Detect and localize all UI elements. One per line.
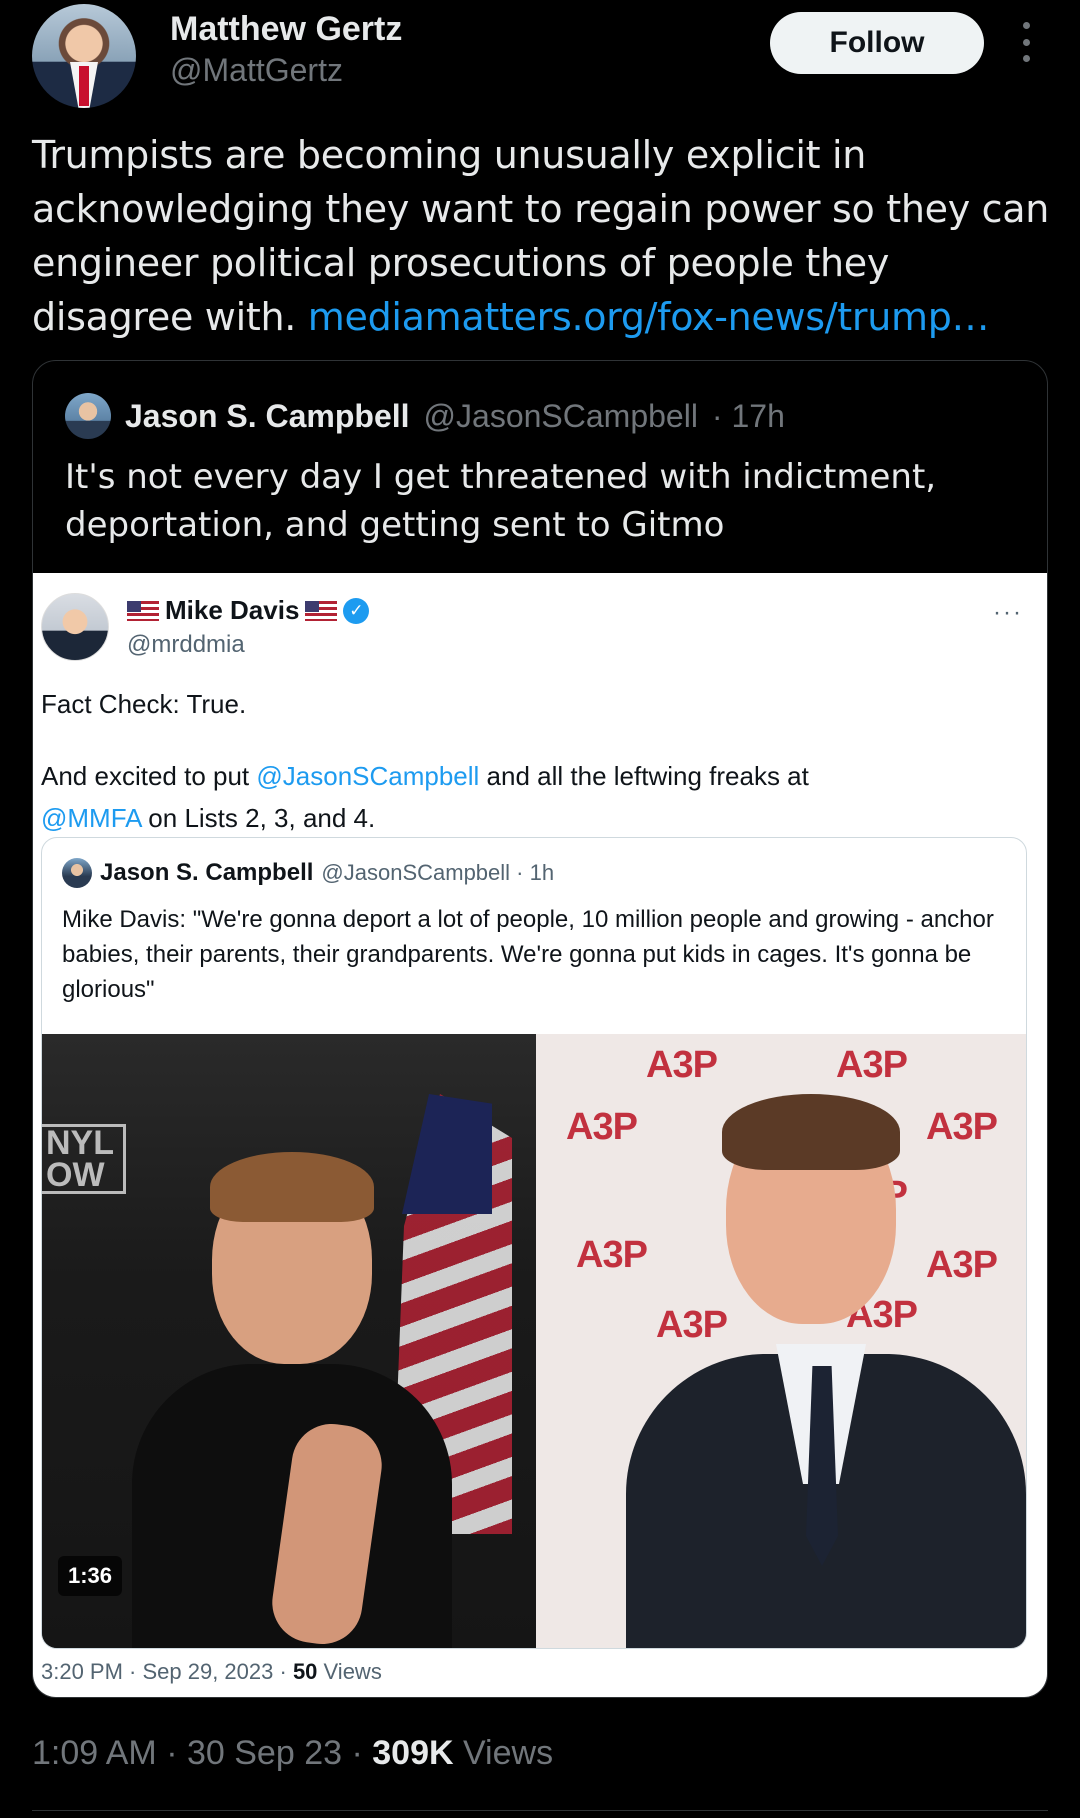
mike-davis-tweet-text: Fact Check: True. And excited to put @Ja… [41, 683, 941, 839]
studio-sign: NYL OW [42, 1124, 126, 1194]
inner-quote-header: Jason S. Campbell @JasonSCampbell · 1h [62, 858, 554, 888]
us-flag-icon [127, 600, 159, 621]
us-flag-icon [305, 600, 338, 621]
avatar-tie [79, 66, 89, 106]
inner-quote-text: Mike Davis: "We're gonna deport a lot of… [62, 906, 994, 1003]
quoted-tweet-header: Jason S. Campbell @JasonSCampbell · 17h [65, 391, 785, 441]
mike-davis-line1: Fact Check: True. [41, 689, 247, 719]
mention-mmfa: @MMFA [41, 803, 142, 833]
quoted-tweet-age: · 17h [711, 397, 785, 434]
inner-author-avatar [62, 858, 92, 888]
mike-davis-line3: @MMFA on Lists 2, 3, and 4. [41, 803, 376, 833]
quoted-author-handle: @JasonSCampbell [423, 397, 698, 434]
quoted-tweet-text: It's not every day I get threatened with… [65, 457, 937, 545]
quoted-tweet[interactable]: Jason S. Campbell @JasonSCampbell · 17h … [32, 360, 1048, 1698]
screenshot-more-icon: ··· [993, 599, 1023, 626]
mike-davis-avatar [41, 593, 109, 661]
speaker-right-hair [722, 1094, 900, 1170]
inner-author-handle: @JasonSCampbell · 1h [321, 860, 555, 885]
more-options-icon[interactable] [1016, 22, 1036, 62]
screenshot-tweet-footer: 3:20 PM · Sep 29, 2023 · 50 Views [41, 1659, 382, 1684]
mike-davis-name-row: Mike Davis ✓ [127, 595, 370, 626]
tweet-link[interactable]: mediamatters.org/fox-news/trump… [308, 295, 990, 339]
video-right-panel: A3P A3P A3P A3P A3P A3P A3P A3P A3P [536, 1034, 1026, 1648]
views-count: 309K [372, 1734, 454, 1772]
author-avatar[interactable] [32, 4, 136, 108]
speaker-left [132, 1152, 452, 1648]
mike-davis-line2: And excited to put @JasonSCampbell and a… [41, 761, 809, 791]
views-label: Views [462, 1734, 554, 1772]
follow-button[interactable]: Follow [770, 12, 984, 74]
mike-davis-handle: @mrddmia [127, 631, 245, 658]
speaker-right [626, 1094, 1026, 1648]
inner-quoted-tweet: Jason S. Campbell @JasonSCampbell · 1h M… [41, 837, 1027, 1649]
tweet-header: Matthew Gertz @MattGertz Follow [0, 0, 1080, 120]
quoted-author-name: Jason S. Campbell [125, 397, 410, 434]
tweet-time[interactable]: 1:09 AM [32, 1734, 157, 1772]
video-left-panel: NYL OW 1:36 [42, 1034, 536, 1648]
quoted-author-avatar [65, 393, 111, 439]
screenshot-views-count: 50 [292, 1659, 318, 1684]
author-handle[interactable]: @MattGertz [170, 52, 343, 89]
mike-davis-name: Mike Davis [165, 595, 300, 625]
quoted-tweet-image[interactable]: Mike Davis ✓ @mrddmia ··· Fact Check: Tr… [33, 573, 1047, 1697]
mention-jasonscampbell: @JasonSCampbell [256, 761, 480, 791]
author-name[interactable]: Matthew Gertz [170, 10, 402, 49]
video-thumbnail: NYL OW 1:36 A3P A3P A3P A3P A3P A3P A3P … [42, 1034, 1026, 1648]
inner-author-name: Jason S. Campbell [100, 859, 314, 886]
speaker-left-hair [210, 1152, 374, 1222]
tweet-metadata: 1:09 AM · 30 Sep 23 · 309K Views [32, 1734, 554, 1772]
tweet-text: Trumpists are becoming unusually explici… [32, 128, 1052, 344]
verified-badge-icon: ✓ [343, 597, 370, 624]
video-duration-badge: 1:36 [58, 1556, 123, 1596]
tweet-date[interactable]: 30 Sep 23 [187, 1734, 342, 1772]
divider [32, 1810, 1048, 1811]
